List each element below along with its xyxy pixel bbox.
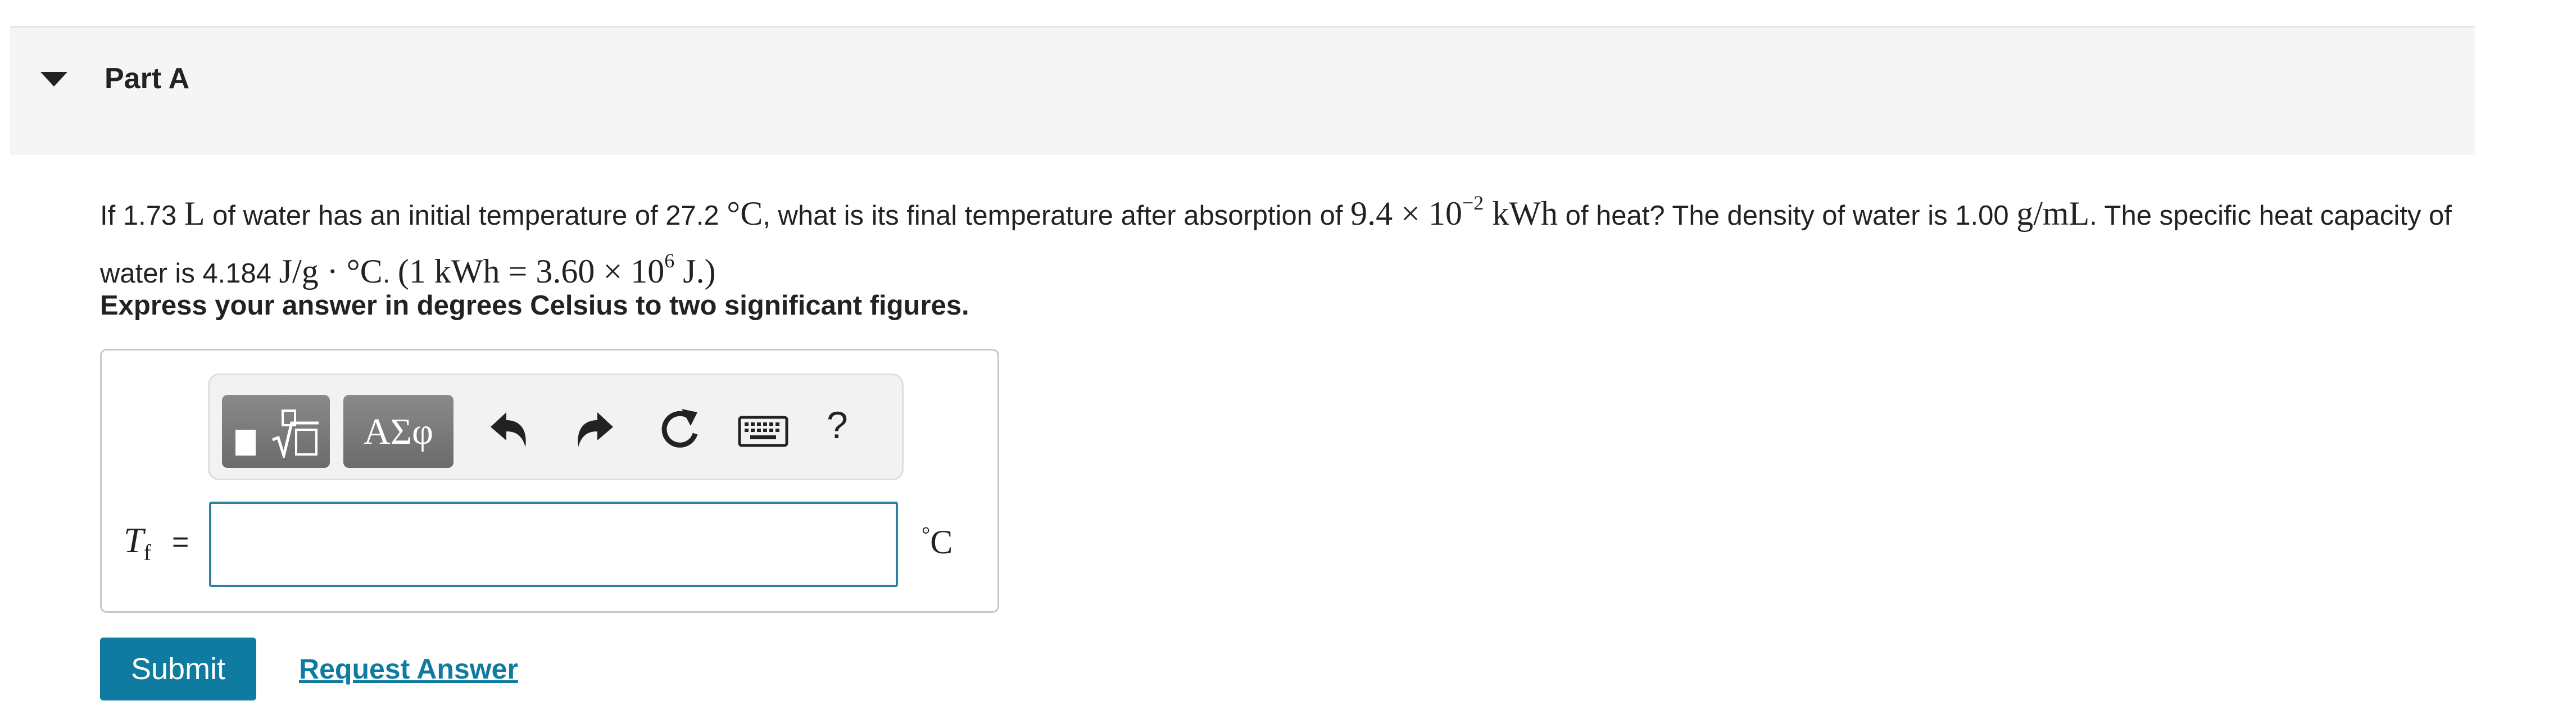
unit-label: °C <box>922 523 953 561</box>
answer-input[interactable] <box>209 502 898 587</box>
collapse-caret-icon[interactable] <box>40 72 67 87</box>
reset-icon[interactable] <box>656 404 704 453</box>
greek-symbols-label: ΑΣφ <box>363 411 434 452</box>
equals-sign: = <box>172 526 189 558</box>
help-button[interactable]: ? <box>827 403 848 447</box>
request-answer-link[interactable]: Request Answer <box>299 653 518 685</box>
greek-symbols-button[interactable]: ΑΣφ <box>343 395 453 468</box>
math-toolbar: ΑΣφ ? <box>208 374 904 480</box>
part-title: Part A <box>105 62 190 95</box>
submit-button[interactable]: Submit <box>100 638 256 700</box>
undo-icon[interactable] <box>486 408 533 453</box>
answer-instruction: Express your answer in degrees Celsius t… <box>100 290 969 321</box>
part-header[interactable] <box>10 28 2475 155</box>
redo-icon[interactable] <box>570 408 618 453</box>
templates-button[interactable] <box>222 395 330 468</box>
square-root-template-icon <box>235 410 319 458</box>
answer-variable-label: Tf <box>124 520 151 565</box>
question-text: If 1.73 L of water has an initial temper… <box>100 192 2452 290</box>
keyboard-icon[interactable] <box>738 416 788 447</box>
